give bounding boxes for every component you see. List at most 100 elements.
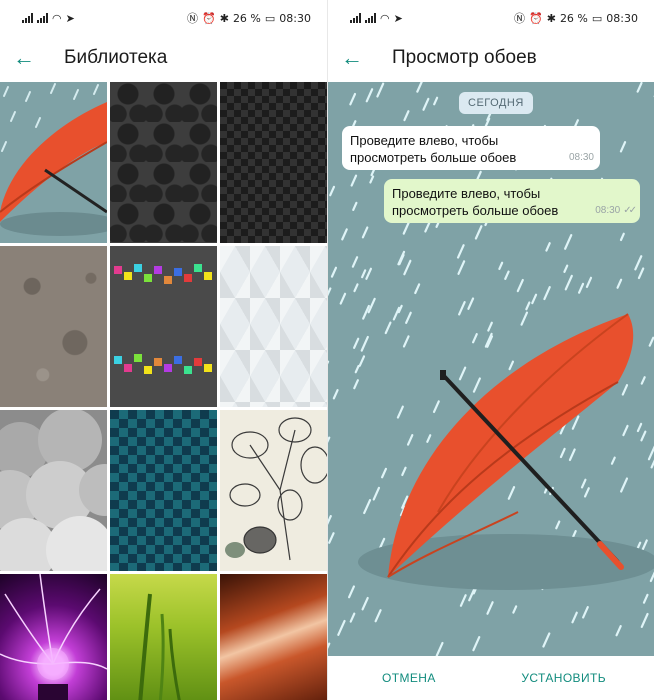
page-title: Библиотека [64, 47, 168, 68]
app-bar: ← Просмотр обоев [328, 36, 654, 80]
signal-icon [22, 13, 33, 23]
rain-drop [381, 467, 387, 479]
rain-drop [405, 311, 412, 324]
status-bar: ◠ ➤ Ⓝ ⏰ ✱ 26 % ▭ 08:30 [0, 0, 327, 36]
bluetooth-icon: ✱ [546, 11, 556, 25]
rain-drop [402, 335, 410, 348]
rain-drop [615, 625, 622, 637]
rain-drop [555, 520, 561, 530]
wallpaper-tile-moon[interactable] [0, 246, 107, 407]
rain-drop [486, 601, 494, 615]
rain-drop [392, 306, 401, 321]
rain-drop [426, 434, 432, 443]
wallpaper-tile-blue-check[interactable] [110, 410, 217, 571]
rain-drop [337, 619, 346, 636]
rain-drop [512, 605, 518, 614]
wallpaper-tile-plasma[interactable] [0, 574, 107, 700]
signal-icon [37, 13, 48, 23]
wallpaper-preview[interactable]: СЕГОДНЯ Проведите влево, чтобы просмотре… [328, 82, 654, 656]
wallpaper-tile-damask[interactable] [110, 82, 217, 243]
message-time: 08:30 [569, 149, 594, 166]
battery-percent: 26 % [559, 11, 588, 25]
alarm-icon: ⏰ [529, 11, 543, 25]
wifi-icon: ◠ [380, 11, 390, 25]
rain-drop [349, 92, 357, 106]
wallpaper-tile-cubes[interactable] [220, 246, 327, 407]
nfc-icon: Ⓝ [514, 12, 526, 25]
rain-drop [577, 282, 585, 294]
message-line-1: Проведите влево, чтобы [392, 186, 541, 201]
rain-drop [403, 110, 410, 122]
signal-icon [350, 13, 361, 23]
rain-drop [328, 532, 335, 544]
rain-drop [616, 278, 623, 289]
leaves-thumbnail [225, 417, 327, 561]
rain-drop [401, 466, 407, 477]
rain-drop [328, 287, 332, 297]
rain-drop [363, 499, 372, 515]
wallpaper-tile-umbrella[interactable] [0, 82, 107, 243]
cancel-button[interactable]: ОТМЕНА [382, 671, 436, 685]
rain-drop [583, 487, 590, 498]
message-time-text: 08:30 [568, 152, 594, 163]
rain-drop [458, 301, 466, 316]
rain-drop [361, 596, 369, 611]
rain-drop [637, 267, 645, 280]
rain-drop [619, 141, 627, 153]
rain-drop [350, 174, 358, 187]
back-arrow-icon[interactable]: ← [328, 36, 376, 80]
rain-drop [329, 185, 336, 197]
umbrella-thumbnail [0, 83, 107, 236]
wallpaper-tile-grass[interactable] [110, 574, 217, 700]
rain-drop [571, 415, 580, 430]
grass-thumbnail [138, 593, 181, 700]
rain-drop [354, 364, 360, 374]
rain-drop [619, 232, 625, 242]
rain-drop [516, 278, 524, 293]
message-time-text: 08:30 [595, 205, 621, 216]
rain-drop [361, 269, 367, 279]
rain-drop [472, 635, 481, 652]
battery-icon: ▭ [264, 11, 276, 25]
rain-drop [422, 97, 430, 111]
clock: 08:30 [606, 11, 638, 25]
rain-drop [508, 360, 515, 371]
action-bar: ОТМЕНА УСТАНОВИТЬ [328, 656, 654, 700]
outgoing-message-bubble: Проведите влево, чтобы просмотреть больш… [384, 179, 640, 223]
rain-drop [351, 256, 359, 268]
message-line-2: просмотреть больше обоев [350, 150, 517, 165]
set-wallpaper-button[interactable]: УСТАНОВИТЬ [521, 671, 606, 685]
rain-drop [397, 304, 403, 314]
rain-drop [621, 384, 629, 396]
rain-drop [352, 201, 358, 212]
clouds-thumbnail [0, 410, 107, 571]
rain-drop [353, 337, 360, 349]
message-time: 08:30 ✓✓ [595, 202, 637, 219]
wallpaper-tile-pixels[interactable] [110, 246, 217, 407]
alarm-icon: ⏰ [202, 11, 216, 25]
rain-drop [384, 321, 392, 335]
wallpaper-tile-leaves[interactable] [220, 410, 327, 571]
rain-drop [330, 266, 338, 278]
rain-drop [472, 377, 481, 393]
clock: 08:30 [279, 11, 311, 25]
rain-drop [433, 96, 439, 106]
rain-drop [525, 301, 531, 311]
rain-drop [640, 430, 647, 442]
rain-drop [349, 612, 356, 623]
wallpaper-tile-canyon[interactable] [220, 574, 327, 700]
rain-drop [498, 261, 504, 271]
double-check-icon: ✓✓ [623, 205, 637, 216]
rain-drop [471, 333, 478, 344]
rain-drop [640, 376, 646, 385]
back-arrow-icon[interactable]: ← [0, 36, 48, 80]
wallpaper-tile-clouds[interactable] [0, 410, 107, 571]
rain-drop [372, 486, 381, 501]
rain-drop [365, 267, 372, 280]
wallpaper-tile-diamond[interactable] [220, 82, 327, 243]
rain-drop [520, 311, 529, 326]
rain-drop [564, 233, 573, 250]
rain-drop [563, 264, 569, 273]
telegram-icon: ➤ [65, 11, 75, 25]
rain-drop [435, 641, 444, 656]
